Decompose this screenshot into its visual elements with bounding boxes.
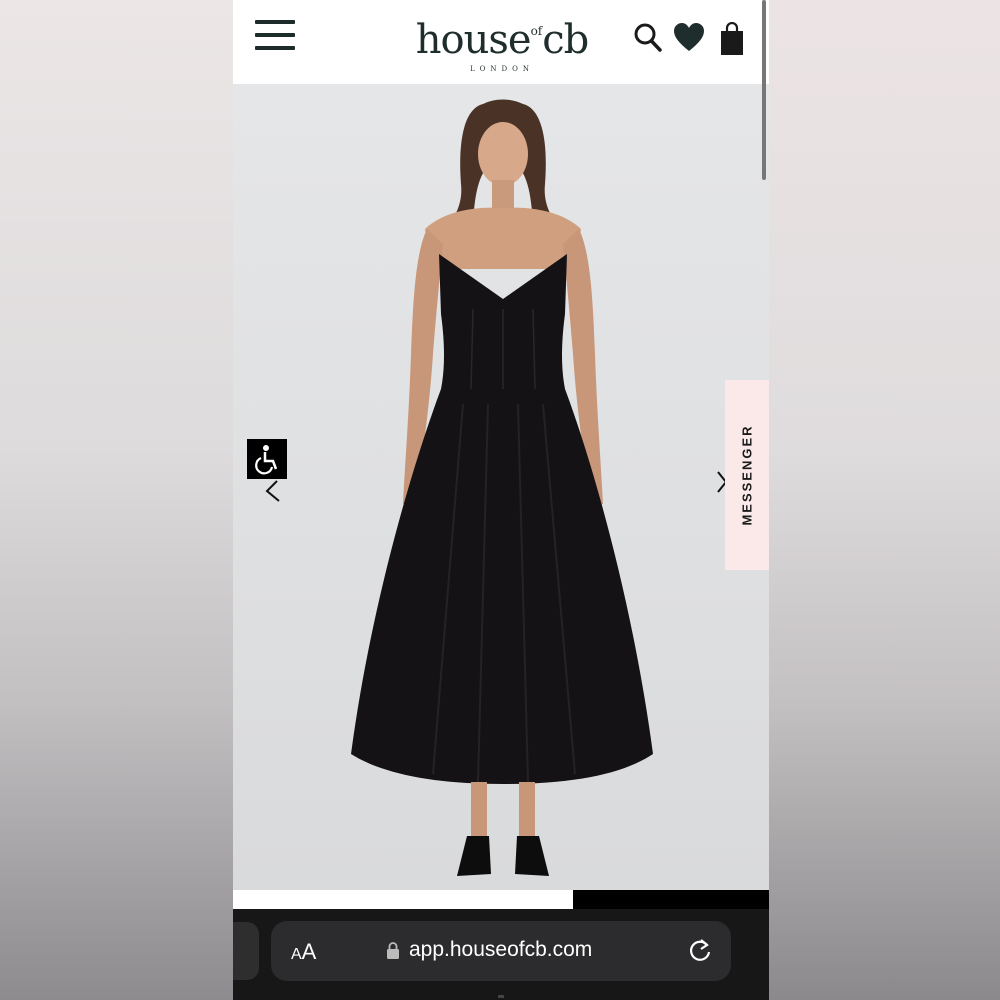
- product-image[interactable]: MESSENGER: [233, 84, 769, 890]
- lock-icon: [387, 942, 399, 959]
- previous-tab-chip[interactable]: [233, 922, 259, 980]
- text-size-big-a: A: [301, 939, 317, 964]
- gallery-progress-fill: [233, 890, 574, 909]
- search-icon[interactable]: [633, 22, 663, 54]
- home-indicator: [498, 995, 504, 998]
- logo-house: house: [415, 17, 532, 63]
- background-right: [769, 0, 1000, 1000]
- text-size-button[interactable]: AA: [291, 939, 316, 965]
- text-size-small-a: A: [291, 946, 302, 963]
- logo-of: of: [530, 24, 543, 38]
- wheelchair-icon: [255, 445, 278, 475]
- gallery-progress-bar: [233, 890, 769, 909]
- heart-icon[interactable]: [673, 22, 705, 54]
- reload-icon[interactable]: [687, 937, 713, 965]
- address-bar[interactable]: AA app.houseofcb.com: [271, 921, 731, 981]
- browser-toolbar: AA app.houseofcb.com: [233, 909, 769, 1000]
- messenger-label: MESSENGER: [739, 424, 755, 526]
- hamburger-icon[interactable]: [255, 20, 295, 54]
- url-text: app.houseofcb.com: [409, 938, 593, 961]
- logo-cb: cb: [542, 17, 589, 63]
- accessibility-button[interactable]: [247, 439, 287, 479]
- chevron-left-icon[interactable]: [263, 479, 283, 503]
- logo-subtitle: LONDON: [470, 65, 534, 73]
- background-left: [0, 0, 233, 1000]
- model-in-black-dress-image: [351, 99, 653, 876]
- scrollbar[interactable]: [762, 0, 766, 180]
- phone-screen: houseofcb LONDON MESSENGER AA app.houseo…: [233, 0, 769, 1000]
- site-header: houseofcb LONDON: [233, 0, 769, 84]
- shopping-bag-icon[interactable]: [719, 22, 745, 56]
- messenger-tab[interactable]: MESSENGER: [725, 380, 769, 570]
- brand-logo[interactable]: houseofcb LONDON: [409, 8, 595, 73]
